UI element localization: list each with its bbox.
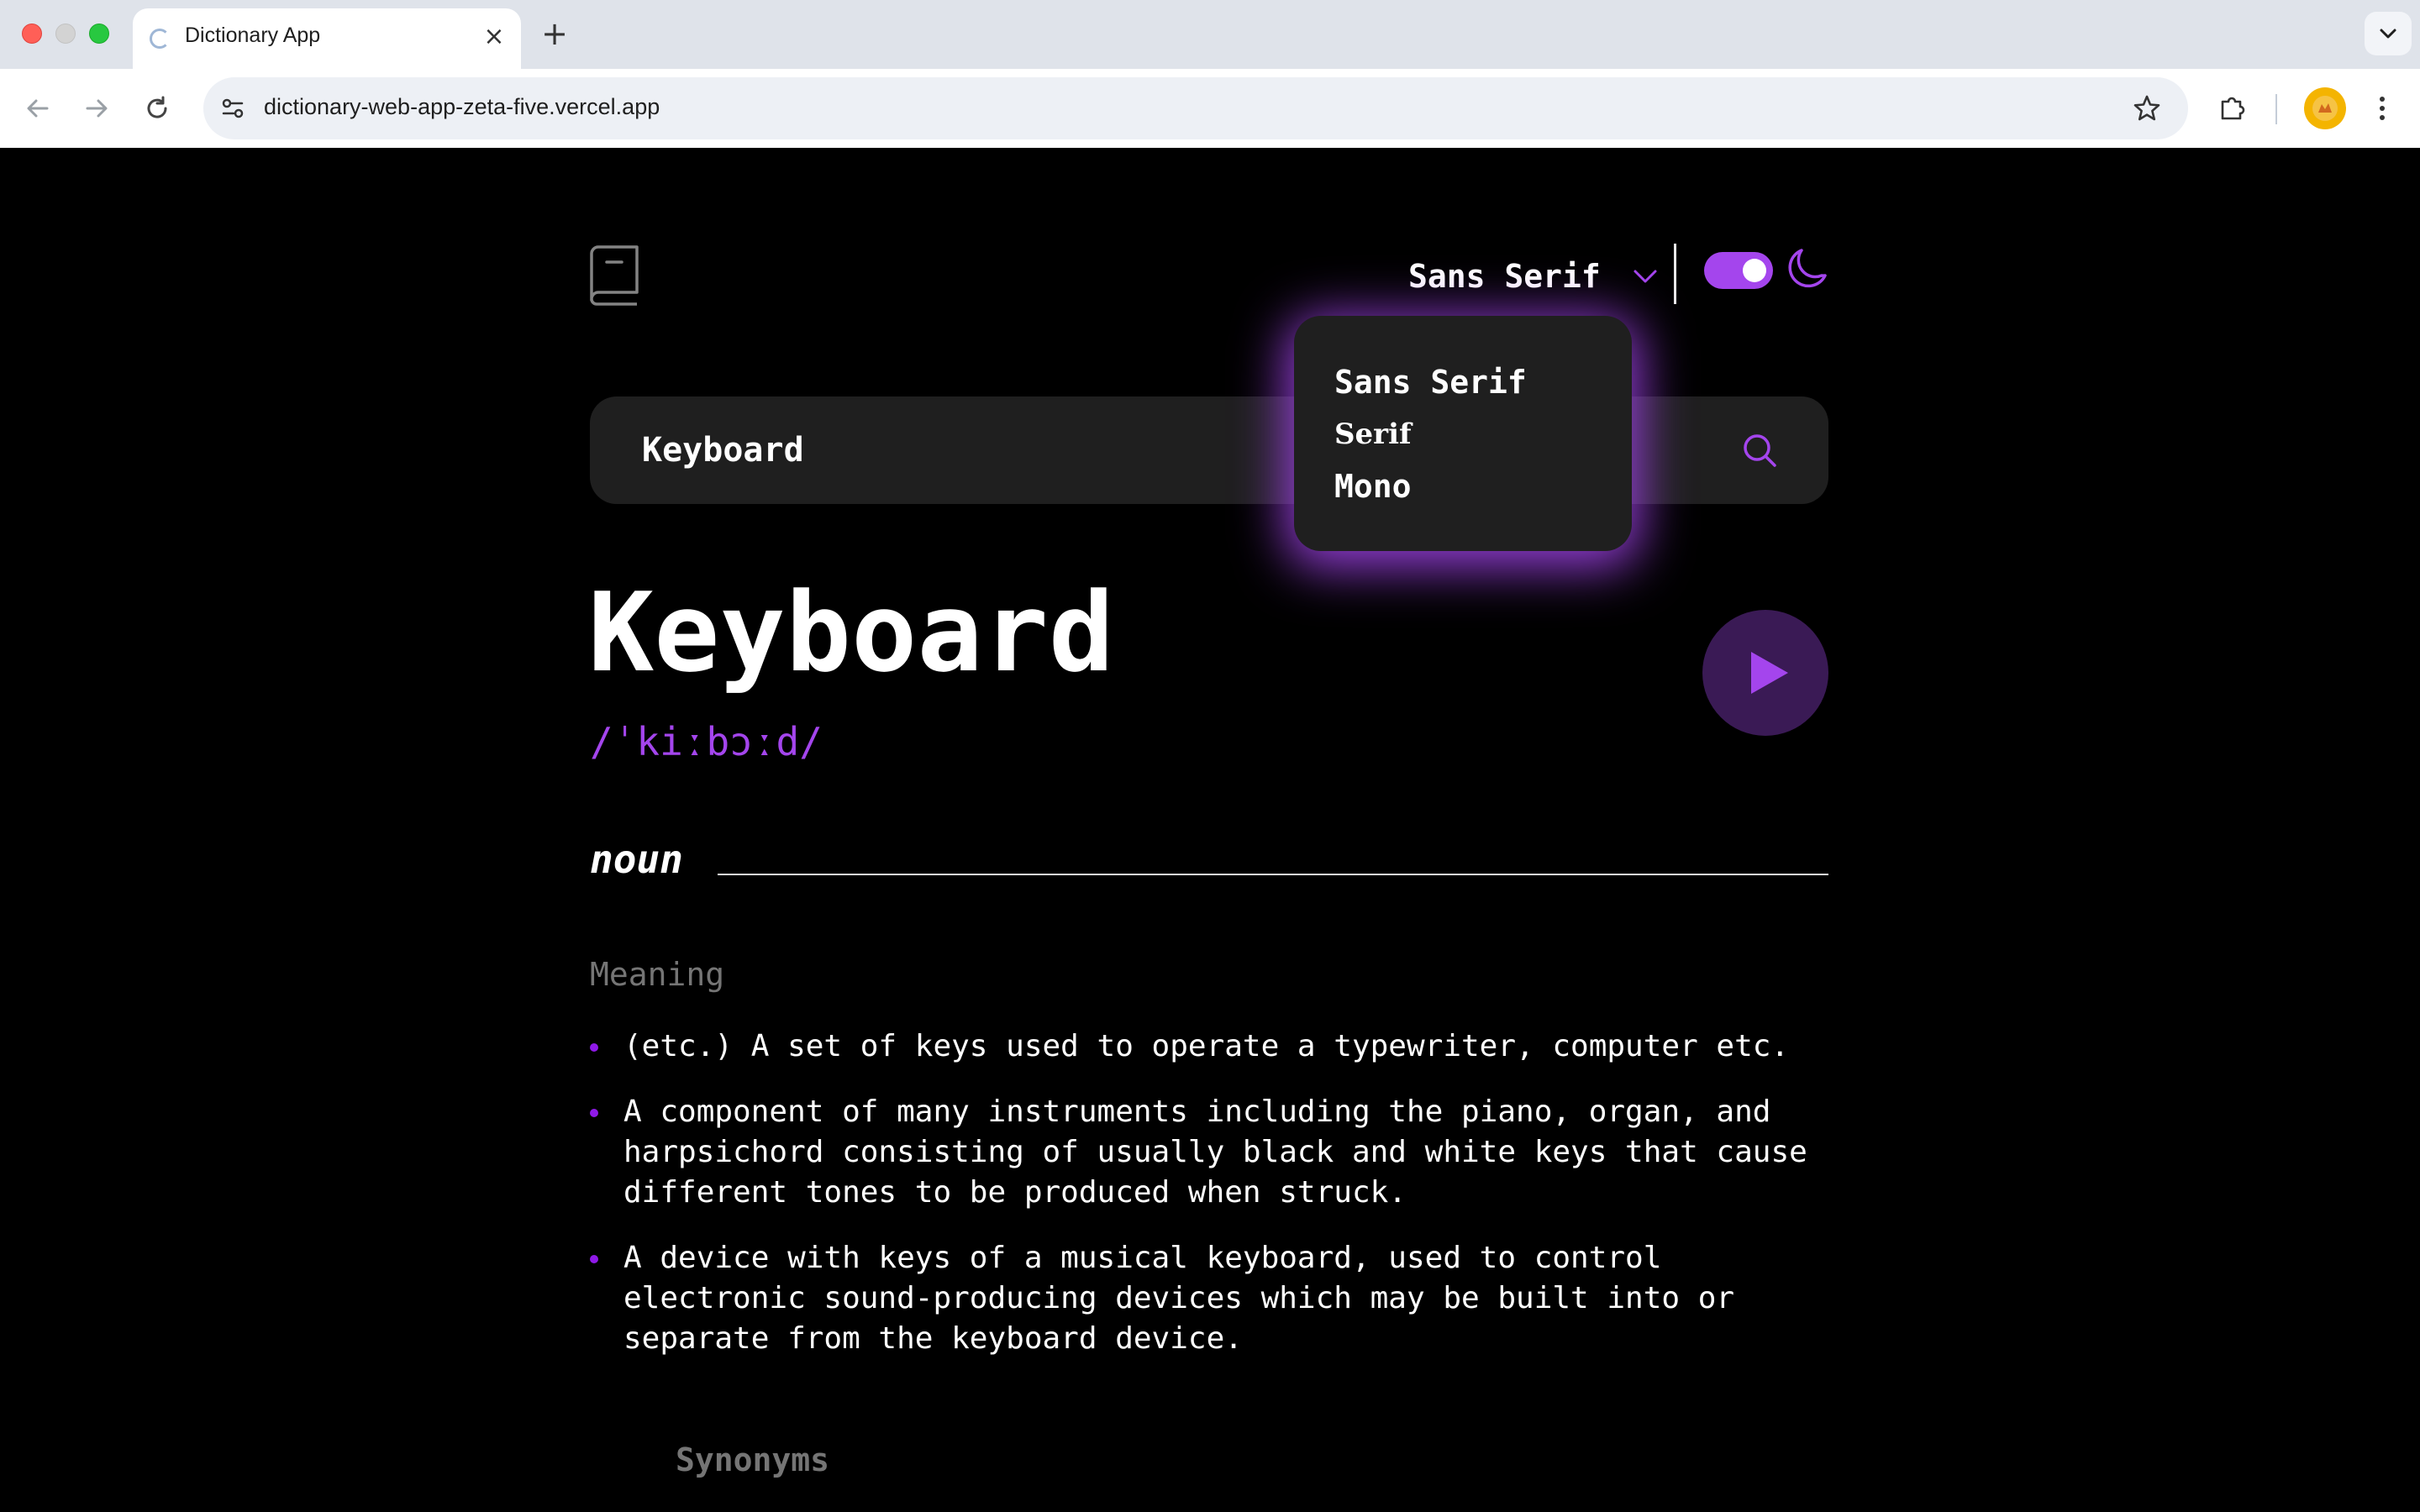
site-settings-icon[interactable] (218, 94, 247, 123)
reload-icon (147, 96, 167, 118)
header-divider (1674, 244, 1676, 304)
play-icon (1751, 652, 1788, 694)
browser-toolbar: dictionary-web-app-zeta-five.vercel.app (0, 69, 2420, 148)
extensions-button[interactable] (2212, 87, 2254, 129)
kebab-menu-icon (2380, 97, 2385, 120)
window-minimize-button[interactable] (55, 24, 76, 44)
meaning-text: A component of many instruments includin… (623, 1095, 1807, 1210)
list-item: A component of many instruments includin… (590, 1092, 1850, 1213)
bullet-icon (590, 1109, 598, 1117)
window-zoom-button[interactable] (89, 24, 109, 44)
theme-toggle[interactable] (1704, 252, 1773, 289)
book-logo-icon (590, 245, 639, 306)
chevron-down-icon (1634, 270, 1657, 283)
bullet-icon (590, 1255, 598, 1263)
arrow-right-icon (86, 99, 108, 118)
browser-menu-button[interactable] (2361, 87, 2403, 129)
part-of-speech-row: noun (590, 833, 1828, 900)
search-icon[interactable] (1741, 432, 1778, 469)
font-dropdown-menu: Sans Serif Serif Mono (1294, 316, 1632, 551)
word-title: Keyboard (588, 569, 1115, 696)
chevron-down-icon (2380, 29, 2396, 39)
profile-avatar-icon (2312, 96, 2338, 121)
arrow-left-icon (27, 99, 49, 118)
list-item: (etc.) A set of keys used to operate a t… (590, 1026, 1850, 1067)
tab-close-icon[interactable]: × (479, 22, 509, 52)
profile-avatar[interactable] (2304, 87, 2346, 129)
tab-favicon-icon (150, 29, 170, 49)
address-bar[interactable]: dictionary-web-app-zeta-five.vercel.app (203, 77, 2188, 139)
font-option-serif[interactable]: Serif (1334, 408, 1632, 460)
moon-icon (1788, 249, 1827, 288)
toggle-knob (1743, 259, 1766, 282)
phonetic-text: /ˈkiːbɔːd/ (590, 719, 823, 764)
toolbar-divider (2275, 94, 2277, 124)
back-button[interactable] (17, 87, 59, 129)
forward-button[interactable] (76, 87, 118, 129)
puzzle-icon (2221, 97, 2245, 120)
font-option-sans-serif[interactable]: Sans Serif (1334, 356, 1632, 408)
part-of-speech: noun (590, 837, 683, 882)
reload-button[interactable] (136, 87, 178, 129)
font-option-mono[interactable]: Mono (1334, 460, 1632, 512)
font-select[interactable]: Sans Serif (1408, 247, 1658, 306)
meaning-list: (etc.) A set of keys used to operate a t… (590, 1026, 1850, 1384)
bullet-icon (590, 1043, 598, 1052)
browser-tab-bar: Dictionary App × + (0, 0, 2420, 69)
synonyms-heading: Synonyms (676, 1441, 830, 1478)
tab-title: Dictionary App (185, 24, 321, 47)
new-tab-button[interactable]: + (538, 17, 571, 50)
meaning-text: (etc.) A set of keys used to operate a t… (623, 1029, 1790, 1063)
font-select-label: Sans Serif (1408, 258, 1601, 295)
search-bar (590, 396, 1828, 504)
tab-search-button[interactable] (2365, 12, 2412, 55)
browser-tab[interactable]: Dictionary App × (133, 8, 521, 69)
list-item: A device with keys of a musical keyboard… (590, 1238, 1850, 1359)
section-divider (718, 874, 1828, 875)
meaning-text: A device with keys of a musical keyboard… (623, 1241, 1735, 1356)
url-text[interactable]: dictionary-web-app-zeta-five.vercel.app (264, 94, 660, 120)
meaning-heading: Meaning (590, 956, 725, 993)
window-close-button[interactable] (22, 24, 42, 44)
bookmark-star-icon[interactable] (2131, 92, 2163, 124)
play-pronunciation-button[interactable] (1702, 610, 1828, 736)
dictionary-page: Sans Serif Sans Serif Serif Mono Keyboar… (0, 148, 2420, 1512)
